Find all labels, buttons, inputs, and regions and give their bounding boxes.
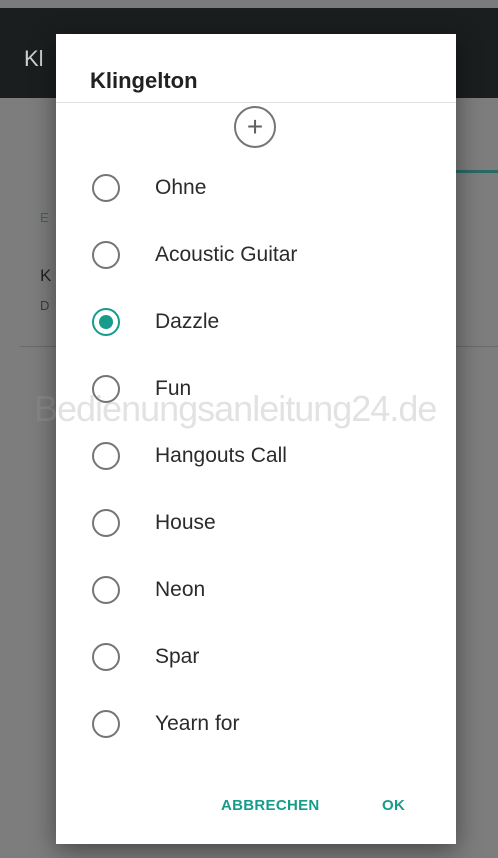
plus-circle-icon: + (246, 111, 264, 142)
radio-button[interactable] (92, 240, 120, 269)
radio-button[interactable] (92, 642, 120, 671)
ringtone-option-fun[interactable]: Fun (56, 355, 456, 422)
ringtone-option-neon[interactable]: Neon (56, 556, 456, 623)
ringtone-option-hangouts-call[interactable]: Hangouts Call (56, 422, 456, 489)
option-label: House (155, 510, 216, 534)
background-tab-indicator (456, 170, 498, 173)
radio-button-selected[interactable] (92, 307, 120, 336)
radio-button[interactable] (92, 575, 120, 604)
radio-button[interactable] (92, 709, 120, 738)
option-label: Acoustic Guitar (155, 242, 298, 266)
background-item-subtitle: D (40, 298, 50, 313)
dialog-actions: ABBRECHEN OK (56, 789, 456, 829)
option-label: Ohne (155, 175, 207, 199)
option-label: Hangouts Call (155, 443, 287, 467)
option-label: Yearn for (155, 711, 240, 735)
option-label: Spar (155, 644, 200, 668)
title-divider (56, 102, 456, 103)
ringtone-list: Ohne Acoustic Guitar Dazzle Fun Hangouts… (56, 154, 456, 757)
cancel-button[interactable]: ABBRECHEN (221, 797, 320, 814)
radio-button[interactable] (92, 508, 120, 537)
option-label: Fun (155, 376, 192, 400)
ringtone-option-yearn-for[interactable]: Yearn for (56, 690, 456, 757)
radio-button[interactable] (92, 374, 120, 403)
dialog-title: Klingelton (90, 68, 198, 93)
option-label: Neon (155, 577, 206, 601)
background-item-title: K (40, 266, 52, 285)
radio-button[interactable] (92, 173, 120, 202)
ringtone-option-spar[interactable]: Spar (56, 623, 456, 690)
ok-button[interactable]: OK (382, 797, 405, 814)
ringtone-option-dazzle[interactable]: Dazzle (56, 288, 456, 355)
ringtone-option-acoustic-guitar[interactable]: Acoustic Guitar (56, 221, 456, 288)
background-app-title: Kl (24, 46, 44, 71)
radio-button[interactable] (92, 441, 120, 470)
ringtone-dialog: Klingelton + Ohne Acoustic Guitar Dazzle… (56, 34, 456, 844)
option-label: Dazzle (155, 309, 220, 333)
ringtone-option-house[interactable]: House (56, 489, 456, 556)
background-section-label: E (40, 210, 49, 225)
add-ringtone-button[interactable]: + (234, 106, 276, 148)
ringtone-option-ohne[interactable]: Ohne (56, 154, 456, 221)
